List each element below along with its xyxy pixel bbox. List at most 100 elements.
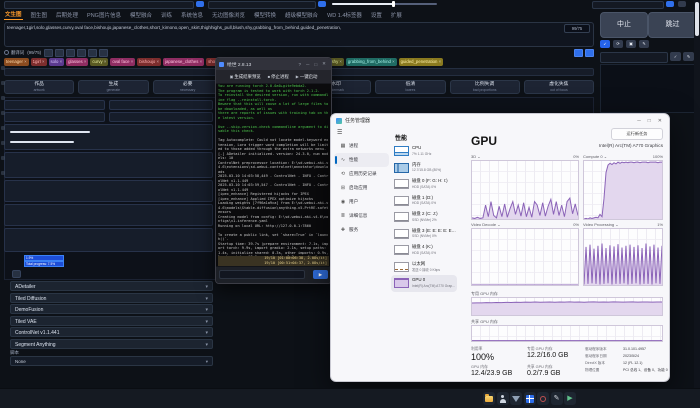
negative-preset-button[interactable]: 生成generate (78, 80, 148, 94)
console-stop-button[interactable]: ■停止进程 (268, 74, 289, 80)
engine-label[interactable]: Video Processing (583, 222, 614, 227)
tab-模型融合[interactable]: 模型融合 (129, 10, 153, 20)
maximize-icon[interactable]: □ (314, 62, 317, 67)
rail-icon[interactable] (1, 156, 5, 160)
minimize-icon[interactable]: ─ (637, 118, 641, 124)
send-command-icon[interactable]: ▶ (313, 270, 328, 279)
accordion-tiled-vae[interactable]: Tiled VAE▾ (10, 316, 213, 326)
prompt-tag-chip[interactable]: 1girl (31, 58, 47, 66)
hamburger-icon[interactable]: ☰ (337, 129, 342, 136)
save-style-icon[interactable]: ✎ (683, 52, 694, 61)
tab-扩展[interactable]: 扩展 (390, 10, 403, 20)
negative-preset-button[interactable]: 必要necessary (153, 80, 223, 94)
refresh-icon[interactable] (196, 1, 204, 7)
taskbar-icon-pen[interactable]: ✎ (551, 392, 563, 405)
prompt-tag-chip[interactable]: curvy (90, 58, 108, 66)
scheduler-dropdown[interactable] (109, 100, 213, 110)
tab-后期处理[interactable]: 后期处理 (55, 10, 79, 20)
translate-run-icon[interactable] (574, 49, 583, 57)
taskmgr-nav-details[interactable]: ≣详细信息 (334, 209, 389, 223)
perf-item-gpu[interactable]: GPU 0Intel(R) Arc(TM) A770 Graphics 100% (391, 275, 457, 292)
console-titlebar[interactable]: 绘世 2.8.13 ? ─ □ ✕ (216, 58, 331, 70)
taskbar-icon-app-window[interactable] (524, 392, 536, 405)
prompt-tag-chip[interactable]: bishoujo (137, 58, 161, 66)
steps-field[interactable] (4, 112, 105, 122)
taskbar-icon-play[interactable]: ▶ (564, 392, 576, 405)
styles-edit-icon[interactable]: ✎ (639, 40, 649, 48)
interrupt-button[interactable]: 中止 (600, 12, 648, 38)
console-output[interactable]: You are running torch 2.0.0a0+gite9ebda2… (218, 84, 329, 266)
run-new-task-button[interactable]: 运行新任务 (611, 128, 663, 140)
taskbar-icon-record[interactable] (537, 392, 549, 405)
skip-button[interactable]: 跳过 (648, 12, 697, 38)
copy-icon[interactable] (55, 49, 64, 57)
taskmgr-nav-users[interactable]: ◉用户 (334, 195, 389, 209)
taskmgr-nav-processes[interactable]: ▦进程 (334, 139, 389, 153)
rail-icon[interactable] (1, 171, 5, 175)
negative-preset-button[interactable]: 虚化失焦out of focus (524, 80, 594, 94)
width-slider[interactable] (10, 131, 90, 133)
minimize-icon[interactable]: ─ (306, 62, 309, 67)
save-icon[interactable] (88, 49, 97, 57)
perf-item-disk[interactable]: 磁盘 0 (F: G: H: I:)HDD (SATA) 0% (391, 176, 457, 193)
scrollbar-thumb[interactable] (695, 2, 699, 36)
paste-icon[interactable] (66, 49, 75, 57)
accordion-demofusion[interactable]: DemoFusion▾ (10, 304, 213, 314)
scrollbar-track[interactable] (694, 0, 700, 388)
quicksettings-vae-input[interactable] (208, 1, 316, 9)
tab-文生图[interactable]: 文生图 (4, 9, 23, 20)
rail-icon[interactable] (1, 126, 5, 130)
refiner-panel[interactable] (4, 228, 213, 252)
seed-panel[interactable] (4, 180, 213, 202)
styles-input[interactable] (600, 52, 668, 63)
close-icon[interactable]: ✕ (322, 61, 326, 67)
taskmgr-nav-startup[interactable]: ⊞启动应用 (334, 181, 389, 195)
paste-params-icon[interactable]: ↙ (600, 40, 610, 48)
prompt-tag-chip[interactable]: solo (49, 58, 65, 66)
accordion-controlnet-v1-1-441[interactable]: ControlNet v1.1.441▾ (10, 327, 213, 337)
prompt-tag-chip[interactable]: glasses (66, 58, 88, 66)
extra-networks-icon[interactable]: ▣ (626, 40, 636, 48)
translate-toggle[interactable] (4, 50, 9, 55)
engine-label[interactable]: Video Decode (471, 222, 496, 227)
taskbar-icon-person[interactable] (497, 392, 509, 405)
rail-icon[interactable] (1, 96, 5, 100)
apply-style-icon[interactable]: ✓ (670, 52, 681, 61)
chevron-down-icon[interactable]: ⌄ (604, 154, 607, 159)
perf-item-mem[interactable]: 内存12.7/15.8 GB (80%) (391, 160, 457, 177)
slider-handle[interactable] (392, 1, 395, 7)
tab-图生图[interactable]: 图生图 (30, 10, 49, 20)
refresh-icon[interactable] (666, 1, 674, 7)
engine-label[interactable]: Compute 0 (583, 154, 603, 159)
taskbar-icon-funnel[interactable] (510, 392, 522, 405)
perf-item-disk[interactable]: 磁盘 2 (C: J:)SSD (NVMe) 2% (391, 209, 457, 226)
chevron-down-icon[interactable]: ⌄ (615, 222, 618, 227)
close-icon[interactable]: ✕ (658, 118, 662, 124)
tab-系统信息[interactable]: 系统信息 (180, 10, 204, 20)
perf-item-disk[interactable]: 磁盘 4 (K:)HDD (SATA) 0% (391, 242, 457, 259)
sampler-dropdown[interactable] (4, 100, 105, 110)
script-dropdown[interactable]: None ▾ (10, 356, 213, 366)
settings-icon[interactable] (99, 49, 108, 57)
prompt-tag-chip[interactable]: grabbing_from_behind (346, 58, 397, 66)
accordion-adetailer[interactable]: ADetailer▾ (10, 281, 213, 291)
quicksettings-extra-input[interactable] (592, 1, 664, 9)
rail-icon[interactable] (1, 81, 5, 85)
chevron-down-icon[interactable]: ⌄ (497, 222, 500, 227)
negative-preset-button[interactable]: 低清lowres (375, 80, 445, 94)
rail-icon[interactable] (1, 66, 5, 70)
quicksettings-model-input[interactable] (4, 1, 194, 9)
tab-WD 1.4标签器[interactable]: WD 1.4标签器 (326, 10, 363, 20)
accordion-segment-anything[interactable]: Segment Anything▾ (10, 339, 213, 349)
settings-icon[interactable] (678, 1, 686, 7)
hires-panel[interactable] (4, 204, 213, 226)
translate-config-icon[interactable] (585, 49, 594, 57)
prompt-tag-chip[interactable]: oval face (110, 58, 135, 66)
tab-无边图像浏览[interactable]: 无边图像浏览 (211, 10, 246, 20)
tab-PNG图片信息[interactable]: PNG图片信息 (86, 10, 122, 20)
accordion-tiled-diffusion[interactable]: Tiled Diffusion▾ (10, 293, 213, 303)
cfg-field[interactable] (109, 112, 213, 122)
chevron-down-icon[interactable]: ⌄ (477, 154, 480, 159)
undo-icon[interactable] (77, 49, 86, 57)
taskmgr-nav-history[interactable]: ⟲应用历史记录 (334, 167, 389, 181)
